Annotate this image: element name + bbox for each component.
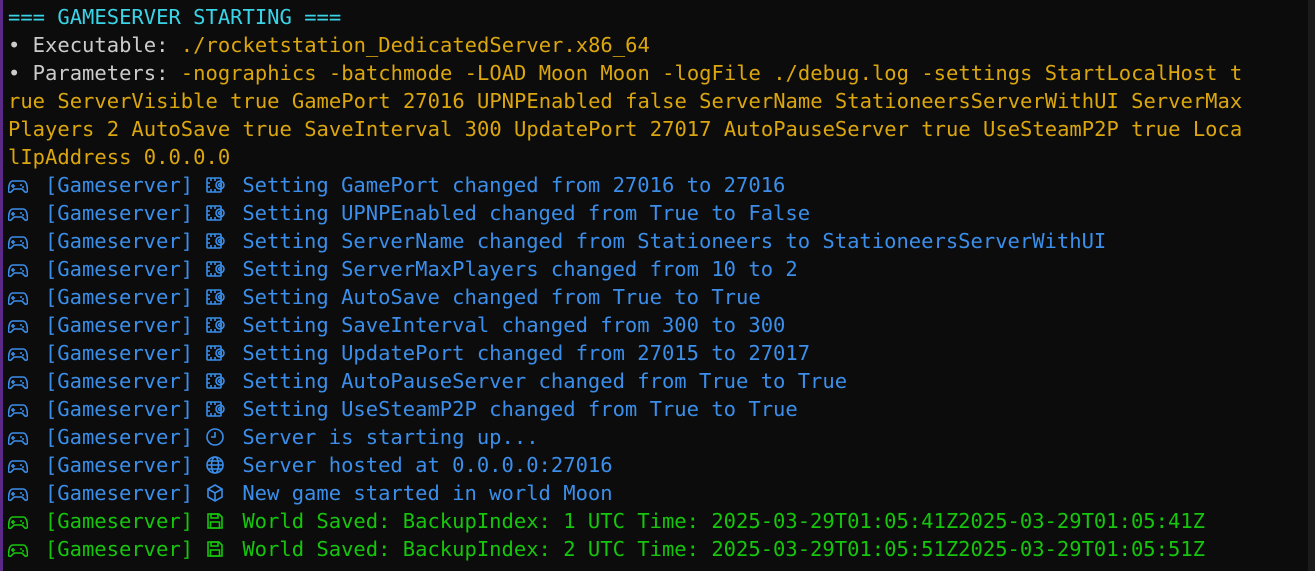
executable-line: • Executable: ./rocketstation_DedicatedS… <box>8 31 1308 59</box>
log-message: Setting AutoSave changed from True to Tr… <box>242 285 761 309</box>
parameters-continuation: rue ServerVisible true GamePort 27016 UP… <box>8 89 1243 113</box>
log-message: World Saved: BackupIndex: 1 UTC Time: 20… <box>242 509 1206 533</box>
parameters-value: -nographics -batchmode -LOAD Moon Moon -… <box>180 61 1243 85</box>
gamepad-icon <box>7 339 33 367</box>
status-log-line: [Gameserver] Server hosted at 0.0.0.0:27… <box>7 451 1308 479</box>
settings-icon <box>205 255 230 283</box>
parameters-label: • Parameters: <box>8 61 181 85</box>
log-message: Server hosted at 0.0.0.0:27016 <box>242 453 613 477</box>
settings-icon <box>205 171 230 199</box>
log-prefix: [Gameserver] <box>44 369 194 393</box>
gamepad-icon <box>7 535 33 563</box>
status-log-line: [Gameserver] Server is starting up... <box>7 423 1308 451</box>
setting-log-line: [Gameserver] Setting ServerName changed … <box>7 227 1308 255</box>
log-prefix: [Gameserver] <box>44 173 194 197</box>
log-message: Setting UseSteamP2P changed from True to… <box>242 397 798 421</box>
log-prefix: [Gameserver] <box>44 285 194 309</box>
settings-icon <box>205 367 230 395</box>
settings-icon <box>205 199 230 227</box>
cube-icon <box>205 479 230 507</box>
setting-log-line: [Gameserver] Setting AutoPauseServer cha… <box>7 367 1308 395</box>
gamepad-icon <box>7 283 33 311</box>
gamepad-icon <box>7 171 33 199</box>
setting-log-line: [Gameserver] Setting UseSteamP2P changed… <box>7 395 1308 423</box>
settings-icon <box>205 283 230 311</box>
log-message: New game started in world Moon <box>242 481 613 505</box>
parameters-line: • Parameters: -nographics -batchmode -LO… <box>8 59 1308 87</box>
log-prefix: [Gameserver] <box>44 397 194 421</box>
log-prefix: [Gameserver] <box>44 201 194 225</box>
log-prefix: [Gameserver] <box>44 509 194 533</box>
settings-icon <box>205 311 230 339</box>
setting-log-line: [Gameserver] Setting GamePort changed fr… <box>7 171 1308 199</box>
parameters-continuation: Players 2 AutoSave true SaveInterval 300… <box>8 117 1243 141</box>
settings-icon <box>205 395 230 423</box>
floppy-disk-icon <box>205 535 230 563</box>
log-prefix: [Gameserver] <box>44 481 194 505</box>
save-log-line: [Gameserver] World Saved: BackupIndex: 1… <box>7 507 1308 535</box>
terminal-window[interactable]: === GAMESERVER STARTING === • Executable… <box>0 0 1308 571</box>
gamepad-icon <box>7 423 33 451</box>
parameters-block: • Parameters: -nographics -batchmode -LO… <box>8 59 1308 171</box>
log-message: Server is starting up... <box>242 425 539 449</box>
globe-icon <box>205 451 230 479</box>
setting-log-line: [Gameserver] Setting UPNPEnabled changed… <box>7 199 1308 227</box>
log-message: Setting ServerMaxPlayers changed from 10… <box>242 257 798 281</box>
setting-log-line: [Gameserver] Setting ServerMaxPlayers ch… <box>7 255 1308 283</box>
save-log-line: [Gameserver] World Saved: BackupIndex: 2… <box>7 535 1308 563</box>
clock-icon <box>205 423 230 451</box>
header-line: === GAMESERVER STARTING === <box>8 5 342 29</box>
setting-log-line: [Gameserver] Setting UpdatePort changed … <box>7 339 1308 367</box>
log-prefix: [Gameserver] <box>44 537 194 561</box>
status-log-line: [Gameserver] New game started in world M… <box>7 479 1308 507</box>
log-prefix: [Gameserver] <box>44 313 194 337</box>
setting-log-line: [Gameserver] Setting AutoSave changed fr… <box>7 283 1308 311</box>
settings-icon <box>205 339 230 367</box>
gamepad-icon <box>7 451 33 479</box>
settings-icon <box>205 227 230 255</box>
log-prefix: [Gameserver] <box>44 257 194 281</box>
log-prefix: [Gameserver] <box>44 229 194 253</box>
log-message: World Saved: BackupIndex: 2 UTC Time: 20… <box>242 537 1206 561</box>
log-message: Setting SaveInterval changed from 300 to… <box>242 313 786 337</box>
setting-log-line: [Gameserver] Setting SaveInterval change… <box>7 311 1308 339</box>
window-edge <box>0 0 3 571</box>
log-message: Setting UpdatePort changed from 27015 to… <box>242 341 811 365</box>
floppy-disk-icon <box>205 507 230 535</box>
gamepad-icon <box>7 395 33 423</box>
gamepad-icon <box>7 367 33 395</box>
executable-label: • Executable: <box>8 33 181 57</box>
log-message: Setting AutoPauseServer changed from Tru… <box>242 369 848 393</box>
gamepad-icon <box>7 227 33 255</box>
executable-value: ./rocketstation_DedicatedServer.x86_64 <box>180 33 650 57</box>
log-prefix: [Gameserver] <box>44 453 194 477</box>
gamepad-icon <box>7 255 33 283</box>
parameters-continuation: lIpAddress 0.0.0.0 <box>8 145 231 169</box>
log-prefix: [Gameserver] <box>44 341 194 365</box>
gamepad-icon <box>7 479 33 507</box>
log-message: Setting ServerName changed from Statione… <box>242 229 1107 253</box>
log-lines: [Gameserver] Setting GamePort changed fr… <box>7 171 1308 563</box>
log-prefix: [Gameserver] <box>44 425 194 449</box>
prompt-row <box>8 563 1308 571</box>
gamepad-icon <box>7 507 33 535</box>
scrollbar[interactable] <box>1308 0 1315 571</box>
log-message: Setting GamePort changed from 27016 to 2… <box>242 173 786 197</box>
gamepad-icon <box>7 199 33 227</box>
gamepad-icon <box>7 311 33 339</box>
log-message: Setting UPNPEnabled changed from True to… <box>242 201 811 225</box>
